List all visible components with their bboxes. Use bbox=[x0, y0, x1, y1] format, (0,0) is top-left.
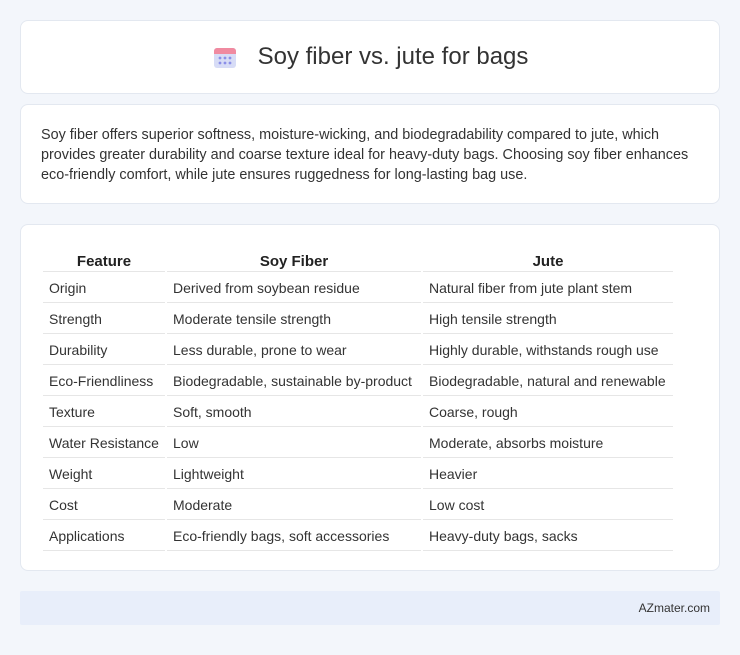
cell-feature: Texture bbox=[43, 398, 165, 427]
page-title: Soy fiber vs. jute for bags bbox=[257, 43, 529, 70]
table-header-row: Feature Soy Fiber Jute bbox=[43, 247, 673, 272]
summary-card: Soy fiber offers superior softness, mois… bbox=[20, 104, 720, 204]
table-row: Weight Lightweight Heavier bbox=[43, 460, 673, 489]
table-row: Water Resistance Low Moderate, absorbs m… bbox=[43, 429, 673, 458]
header-feature: Feature bbox=[43, 247, 165, 272]
summary-text: Soy fiber offers superior softness, mois… bbox=[41, 127, 689, 183]
cell-feature: Water Resistance bbox=[43, 429, 165, 458]
table-row: Strength Moderate tensile strength High … bbox=[43, 305, 673, 334]
header-jute: Jute bbox=[423, 247, 673, 272]
cell-feature: Applications bbox=[43, 522, 165, 551]
cell-jute: Coarse, rough bbox=[423, 398, 673, 427]
cell-jute: Heavier bbox=[423, 460, 673, 489]
cell-soy-fiber: Low bbox=[167, 429, 421, 458]
calendar-icon bbox=[212, 44, 238, 70]
comparison-table-card: Feature Soy Fiber Jute Origin Derived fr… bbox=[20, 224, 720, 571]
footer-brand: AZmater.com bbox=[638, 601, 710, 615]
cell-soy-fiber: Eco-friendly bags, soft accessories bbox=[167, 522, 421, 551]
cell-jute: High tensile strength bbox=[423, 305, 673, 334]
cell-jute: Moderate, absorbs moisture bbox=[423, 429, 673, 458]
cell-feature: Eco-Friendliness bbox=[43, 367, 165, 396]
comparison-table: Feature Soy Fiber Jute Origin Derived fr… bbox=[41, 245, 675, 553]
table-row: Eco-Friendliness Biodegradable, sustaina… bbox=[43, 367, 673, 396]
cell-jute: Biodegradable, natural and renewable bbox=[423, 367, 673, 396]
table-row: Applications Eco-friendly bags, soft acc… bbox=[43, 522, 673, 551]
cell-soy-fiber: Moderate tensile strength bbox=[167, 305, 421, 334]
header-soy-fiber: Soy Fiber bbox=[167, 247, 421, 272]
title-card: Soy fiber vs. jute for bags bbox=[20, 20, 720, 94]
cell-soy-fiber: Lightweight bbox=[167, 460, 421, 489]
cell-jute: Heavy-duty bags, sacks bbox=[423, 522, 673, 551]
footer: AZmater.com bbox=[20, 591, 720, 625]
table-row: Durability Less durable, prone to wear H… bbox=[43, 336, 673, 365]
cell-soy-fiber: Moderate bbox=[167, 491, 421, 520]
cell-jute: Highly durable, withstands rough use bbox=[423, 336, 673, 365]
cell-feature: Origin bbox=[43, 274, 165, 303]
cell-feature: Durability bbox=[43, 336, 165, 365]
cell-feature: Cost bbox=[43, 491, 165, 520]
cell-feature: Weight bbox=[43, 460, 165, 489]
cell-jute: Natural fiber from jute plant stem bbox=[423, 274, 673, 303]
table-row: Cost Moderate Low cost bbox=[43, 491, 673, 520]
table-row: Texture Soft, smooth Coarse, rough bbox=[43, 398, 673, 427]
cell-soy-fiber: Derived from soybean residue bbox=[167, 274, 421, 303]
cell-feature: Strength bbox=[43, 305, 165, 334]
cell-soy-fiber: Biodegradable, sustainable by-product bbox=[167, 367, 421, 396]
cell-soy-fiber: Less durable, prone to wear bbox=[167, 336, 421, 365]
title-wrap: Soy fiber vs. jute for bags bbox=[212, 43, 529, 71]
table-row: Origin Derived from soybean residue Natu… bbox=[43, 274, 673, 303]
cell-jute: Low cost bbox=[423, 491, 673, 520]
cell-soy-fiber: Soft, smooth bbox=[167, 398, 421, 427]
